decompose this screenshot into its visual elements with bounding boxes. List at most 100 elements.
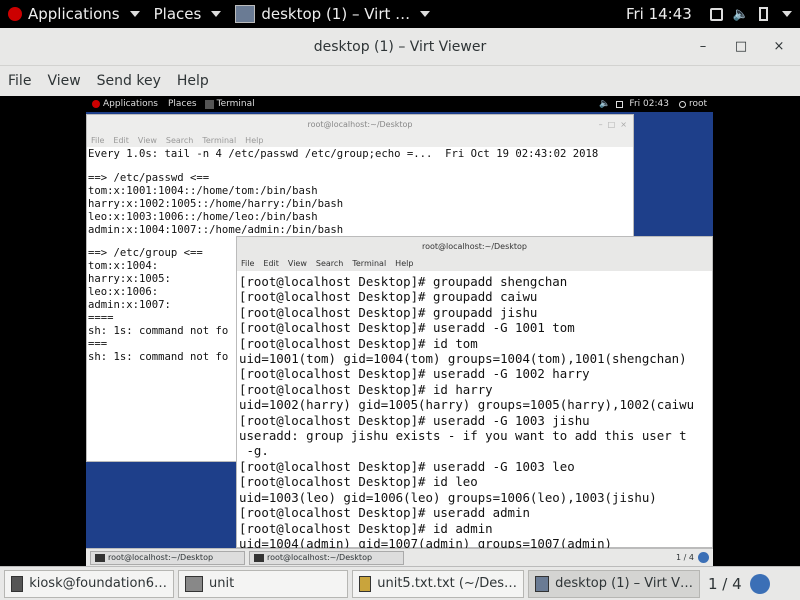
- close-button[interactable]: ×: [771, 39, 787, 54]
- task-label: kiosk@foundation6…: [29, 576, 167, 591]
- task-label: unit5.txt.txt (~/Des…: [377, 576, 517, 591]
- term-menu-view[interactable]: View: [288, 259, 307, 268]
- guest-task-terminal-1[interactable]: root@localhost:~/Desktop: [90, 550, 245, 565]
- task-label: unit: [209, 576, 235, 591]
- chevron-down-icon: [129, 11, 140, 17]
- task-text-editor[interactable]: unit5.txt.txt (~/Des…: [352, 569, 524, 598]
- places-menu[interactable]: Places: [154, 5, 222, 23]
- chevron-down-icon: [782, 11, 792, 17]
- clock[interactable]: Fri 14:43: [626, 5, 692, 23]
- host-taskbar: kiosk@foundation6… unit unit5.txt.txt (~…: [0, 566, 800, 600]
- terminal-line: [root@localhost Desktop]# useradd -G 100…: [239, 412, 590, 428]
- terminal-line: [root@localhost Desktop]# useradd admin: [239, 505, 530, 521]
- terminal-line: [root@localhost Desktop]# id admin: [239, 520, 493, 536]
- term-menu-edit[interactable]: Edit: [263, 259, 279, 268]
- guest-task-label: root@localhost:~/Desktop: [267, 553, 373, 562]
- guest-task-terminal-2[interactable]: root@localhost:~/Desktop: [249, 550, 404, 565]
- guest-terminal-menu[interactable]: Terminal: [204, 99, 255, 109]
- maximize-button[interactable]: □: [733, 39, 749, 54]
- term-menu-edit[interactable]: Edit: [113, 136, 129, 145]
- active-window-menu[interactable]: desktop (1) – Virt …: [235, 5, 431, 23]
- task-kiosk-terminal[interactable]: kiosk@foundation6…: [4, 569, 174, 598]
- terminal-line: [root@localhost Desktop]# useradd -G 100…: [239, 458, 575, 474]
- guest-applications-menu[interactable]: Applications: [92, 99, 158, 109]
- places-label: Places: [153, 5, 202, 23]
- terminal-line: -g.: [239, 443, 269, 459]
- terminal-line: tom:x:1001:1004::/home/tom:/bin/bash: [88, 184, 318, 197]
- terminal-icon: [11, 575, 24, 592]
- term-menu-help[interactable]: Help: [245, 136, 263, 145]
- term-menu-search[interactable]: Search: [316, 259, 343, 268]
- terminal-menubar: File Edit View Search Terminal Help: [87, 133, 633, 147]
- terminal-line: useradd: group jishu exists - if you wan…: [239, 428, 687, 444]
- terminal-menubar: File Edit View Search Terminal Help: [237, 255, 712, 271]
- text-editor-icon: [359, 575, 372, 592]
- redhat-logo-icon: [92, 100, 100, 108]
- menu-view[interactable]: View: [47, 73, 80, 89]
- term-menu-help[interactable]: Help: [395, 259, 413, 268]
- terminal-window-commands[interactable]: root@localhost:~/Desktop File Edit View …: [236, 236, 713, 551]
- terminal-line: [root@localhost Desktop]# id leo: [239, 474, 478, 490]
- minimize-button[interactable]: –: [695, 39, 711, 54]
- guest-status-menu[interactable]: 🔈 Fri 02:43: [599, 99, 669, 109]
- term-menu-file[interactable]: File: [91, 136, 104, 145]
- host-top-bar: Applications Places desktop (1) – Virt ……: [0, 0, 800, 28]
- guest-taskbar: root@localhost:~/Desktop root@localhost:…: [86, 548, 713, 566]
- terminal-line: ==> /etc/passwd <==: [88, 171, 210, 184]
- menu-file[interactable]: File: [8, 73, 31, 89]
- terminal-title: root@localhost:~/Desktop: [307, 119, 413, 129]
- virt-viewer-titlebar: desktop (1) – Virt Viewer – □ ×: [0, 28, 800, 66]
- guest-places-label: Places: [167, 99, 197, 109]
- terminal-line: [root@localhost Desktop]# useradd -G 100…: [239, 320, 575, 336]
- guest-places-menu[interactable]: Places: [168, 99, 197, 109]
- term-menu-file[interactable]: File: [241, 259, 254, 268]
- guest-display[interactable]: Applications Places Terminal 🔈 Fri 02:43…: [86, 96, 713, 566]
- menu-send-key[interactable]: Send key: [97, 73, 161, 89]
- menu-help[interactable]: Help: [177, 73, 209, 89]
- term-menu-terminal[interactable]: Terminal: [202, 136, 236, 145]
- active-window-title: desktop (1) – Virt …: [261, 5, 411, 23]
- terminal-icon: [204, 99, 214, 109]
- task-virt-viewer[interactable]: desktop (1) – Virt V…: [528, 569, 700, 598]
- terminal-icon: [95, 553, 105, 562]
- applications-menu[interactable]: Applications: [8, 5, 140, 23]
- task-unit[interactable]: unit: [178, 569, 348, 598]
- term-menu-view[interactable]: View: [138, 136, 157, 145]
- guest-clock: Fri 02:43: [629, 99, 669, 109]
- terminal-title: root@localhost:~/Desktop: [421, 241, 528, 251]
- notification-icon[interactable]: [698, 552, 709, 563]
- terminal-line: [root@localhost Desktop]# id harry: [239, 381, 493, 397]
- terminal-output[interactable]: [root@localhost Desktop]# groupadd sheng…: [237, 271, 712, 551]
- terminal-line: [root@localhost Desktop]# id tom: [239, 335, 478, 351]
- virt-viewer-icon: [235, 5, 256, 23]
- virt-viewer-menubar: File View Send key Help: [0, 66, 800, 96]
- term-menu-search[interactable]: Search: [166, 136, 193, 145]
- volume-icon: 🔈: [732, 6, 749, 22]
- terminal-line: [root@localhost Desktop]# groupadd sheng…: [239, 274, 568, 289]
- redhat-logo-icon: [8, 7, 22, 21]
- workspace-pager[interactable]: 1 / 4: [708, 575, 742, 593]
- terminal-line: admin:x:1004:1007::/home/admin:/bin/bash: [88, 223, 344, 236]
- terminal-window-controls[interactable]: – □ ×: [599, 120, 627, 129]
- clock-label: Fri 14:43: [625, 5, 692, 23]
- guest-user-label: root: [688, 99, 707, 109]
- terminal-line: harry:x:1002:1005::/home/harry:/bin/bash: [88, 197, 344, 210]
- term-menu-terminal[interactable]: Terminal: [352, 259, 386, 268]
- terminal-line: [root@localhost Desktop]# groupadd caiwu: [239, 289, 538, 305]
- terminal-titlebar: root@localhost:~/Desktop: [237, 237, 712, 255]
- task-label: desktop (1) – Virt V…: [555, 576, 693, 591]
- notification-icon[interactable]: [749, 573, 770, 594]
- terminal-line: uid=1001(tom) gid=1004(tom) groups=1004(…: [239, 351, 687, 367]
- terminal-line: uid=1003(leo) gid=1006(leo) groups=1006(…: [239, 489, 657, 505]
- terminal-line: Every 1.0s: tail -n 4 /etc/passwd /etc/g…: [88, 148, 599, 160]
- status-menu[interactable]: 🔈: [709, 6, 792, 22]
- applications-label: Applications: [28, 5, 120, 23]
- window-title: desktop (1) – Virt Viewer: [313, 38, 487, 55]
- guest-user-menu[interactable]: root: [678, 99, 707, 109]
- user-icon: [678, 100, 686, 108]
- terminal-line: [root@localhost Desktop]# groupadd jishu: [239, 304, 538, 320]
- guest-terminal-label: Terminal: [216, 99, 255, 109]
- virt-viewer-icon: [535, 575, 550, 592]
- guest-workspace-pager[interactable]: 1 / 4: [676, 553, 694, 562]
